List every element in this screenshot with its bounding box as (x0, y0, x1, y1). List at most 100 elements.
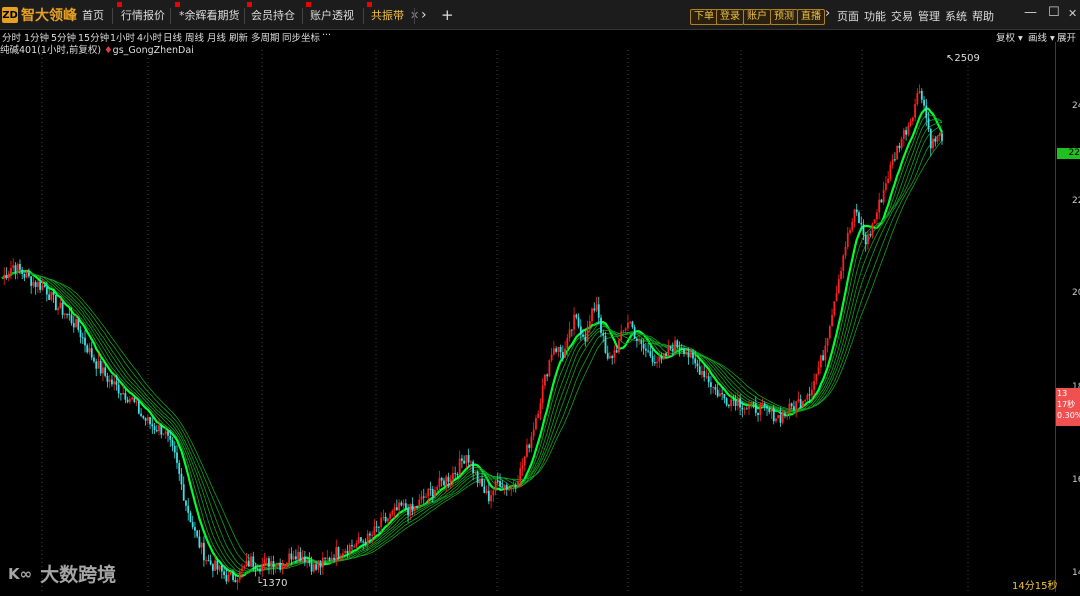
minimize-icon[interactable]: — (1024, 5, 1037, 20)
menu-function[interactable]: 功能 (864, 8, 886, 24)
candle-body (452, 473, 454, 480)
more-icon[interactable]: ··· (322, 30, 331, 41)
add-tab-button[interactable]: + (441, 6, 454, 26)
forecast-button[interactable]: 预测 (770, 9, 798, 25)
candle-body (544, 374, 546, 386)
account-button[interactable]: 账户 (743, 9, 771, 25)
multi-period-button[interactable]: 多周期 (251, 30, 280, 44)
order-button[interactable]: 下单 (690, 9, 718, 25)
period-monthly[interactable]: 月线 (207, 30, 226, 44)
candle-body (687, 353, 690, 358)
candle-body (10, 268, 12, 274)
candle-body (346, 550, 349, 554)
candle-body (167, 431, 169, 436)
tab-quotes[interactable]: 行情报价 (117, 2, 165, 26)
candle-body (512, 485, 515, 487)
price-chart[interactable] (0, 50, 1055, 592)
menu-system[interactable]: 系统 (945, 8, 967, 24)
menu-trade[interactable]: 交易 (891, 8, 913, 24)
menu-page[interactable]: 页面 (837, 8, 859, 24)
candle-body (137, 401, 140, 414)
candle-body (584, 336, 587, 342)
candle-body (810, 389, 813, 396)
close-window-icon[interactable]: ✕ (1068, 7, 1077, 20)
tab-resonance-band[interactable]: 共振带✕ (367, 2, 419, 26)
candle-body (449, 479, 452, 482)
candle-body (319, 563, 322, 568)
menu-manage[interactable]: 管理 (918, 8, 940, 24)
sync-axis-button[interactable]: 同步坐标 (282, 30, 320, 44)
draw-dropdown[interactable]: 画线 ▾ (1028, 30, 1055, 44)
candle-body (840, 270, 842, 280)
candle-body (99, 361, 102, 374)
candle-body (885, 183, 887, 190)
candle-body (860, 223, 863, 225)
candle-body (93, 357, 95, 362)
candle-body (777, 415, 780, 419)
candle-body (772, 408, 775, 422)
candle-body (355, 543, 358, 547)
candle-body (813, 380, 816, 390)
tab-account[interactable]: 账户透视 (306, 2, 354, 26)
candle-body (698, 366, 701, 375)
candle-body (871, 223, 874, 235)
adjust-dropdown[interactable]: 复权 ▾ (996, 30, 1023, 44)
candle-body (259, 569, 261, 572)
candle-body (564, 348, 567, 358)
candle-body (194, 527, 196, 531)
candle-body (754, 403, 757, 413)
candle-body (171, 439, 174, 446)
candle-body (191, 522, 194, 528)
candle-body (111, 379, 113, 385)
candle-body (353, 546, 356, 548)
candle-body (25, 272, 28, 278)
candle-body (707, 376, 710, 383)
candle-body (766, 406, 768, 409)
candle-body (916, 92, 919, 105)
candle-body (535, 417, 537, 430)
candle-body (366, 533, 369, 545)
candle-body (45, 287, 48, 295)
candle-body (362, 541, 365, 543)
tab-scroll-right-button[interactable]: › (421, 6, 427, 26)
candle-body (633, 327, 636, 339)
candle-body (402, 503, 405, 506)
candle-body (615, 350, 618, 353)
candle-body (678, 347, 681, 350)
tab-member-positions[interactable]: 会员持仓 (247, 2, 295, 26)
candle-body (896, 145, 899, 160)
login-button[interactable]: 登录 (716, 9, 744, 25)
app-name: 智大领峰 (21, 8, 77, 24)
candle-body (750, 402, 753, 407)
candle-body (725, 398, 728, 405)
candle-body (173, 445, 176, 453)
candle-body (743, 408, 746, 410)
title-bar: ZD 智大领峰 首页 行情报价 *余辉看期货 会员持仓 账户透视 共振带✕ › … (0, 0, 1080, 30)
candle-body (604, 335, 607, 353)
candle-body (207, 560, 210, 562)
candle-body (667, 346, 670, 356)
candle-body (855, 209, 858, 213)
candle-body (862, 224, 865, 235)
candle-body (568, 329, 571, 338)
live-button[interactable]: 直播 (797, 9, 825, 25)
menu-help[interactable]: 帮助 (972, 8, 994, 24)
candle-body (120, 393, 122, 395)
candle-body (36, 282, 39, 287)
candle-body (757, 412, 759, 416)
refresh-button[interactable]: 刷新 (229, 30, 248, 44)
candle-body (685, 353, 688, 355)
divider (112, 8, 113, 24)
candle-body (241, 568, 243, 572)
bar-timer: 14分15秒 (1012, 581, 1058, 592)
tab-home[interactable]: 首页 (82, 6, 104, 26)
tab-futures[interactable]: *余辉看期货 (175, 2, 240, 26)
candle-body (797, 399, 800, 402)
candle-body (200, 542, 203, 548)
chevron-right-icon[interactable]: › (825, 6, 830, 21)
candle-body (907, 125, 910, 135)
candle-body (223, 571, 226, 576)
divider (170, 8, 171, 24)
maximize-icon[interactable]: ☐ (1048, 5, 1060, 20)
candle-body (7, 273, 10, 279)
